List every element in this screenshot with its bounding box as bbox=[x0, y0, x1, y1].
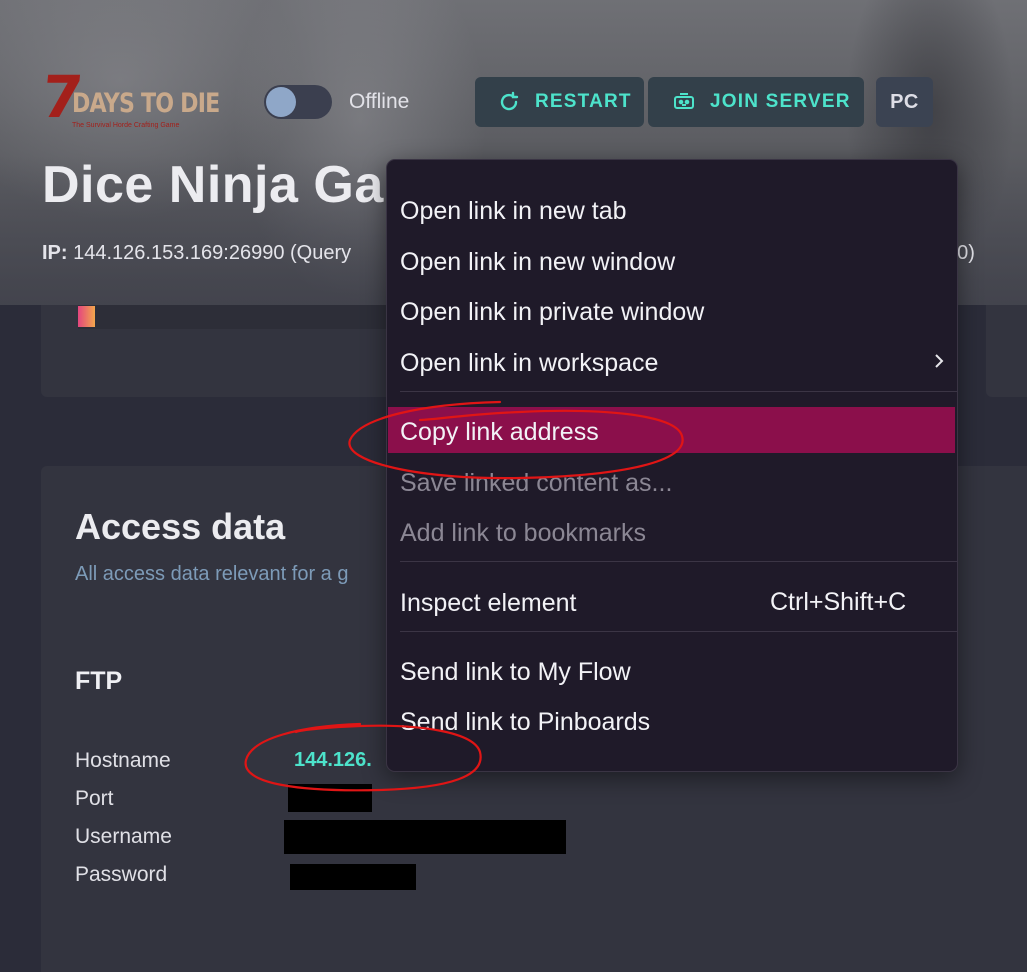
restart-button[interactable]: RESTART bbox=[475, 77, 644, 127]
logo-title: DAYS TO DIE bbox=[72, 88, 220, 119]
platform-label: PC bbox=[890, 90, 919, 113]
menu-separator bbox=[400, 391, 957, 392]
server-power-toggle[interactable] bbox=[264, 85, 332, 119]
menu-separator bbox=[400, 561, 957, 562]
server-status-text: Offline bbox=[349, 90, 410, 113]
join-server-button[interactable]: JOIN SERVER bbox=[648, 77, 864, 127]
chevron-right-icon bbox=[935, 354, 944, 368]
restart-icon bbox=[500, 91, 519, 111]
menu-item-send-to-pinboards[interactable]: Send link to Pinboards bbox=[400, 708, 650, 737]
menu-item-open-private-window[interactable]: Open link in private window bbox=[400, 298, 704, 327]
password-value-redacted bbox=[290, 864, 416, 890]
server-name: Dice Ninja Ga bbox=[42, 156, 384, 214]
port-label: Port bbox=[75, 787, 114, 810]
ip-label: IP: bbox=[42, 242, 68, 264]
port-value-redacted bbox=[288, 784, 372, 812]
ip-value[interactable]: 144.126.153.169:26990 (Query bbox=[73, 242, 351, 264]
username-label: Username bbox=[75, 825, 172, 848]
menu-item-send-to-my-flow[interactable]: Send link to My Flow bbox=[400, 658, 631, 687]
username-value-redacted bbox=[284, 820, 566, 854]
menu-item-save-linked-content[interactable]: Save linked content as... bbox=[400, 469, 672, 498]
gamepad-icon bbox=[674, 93, 694, 109]
ftp-section-title: FTP bbox=[75, 667, 123, 695]
platform-badge[interactable]: PC bbox=[876, 77, 933, 127]
menu-item-open-new-tab[interactable]: Open link in new tab bbox=[400, 197, 627, 226]
restart-label: RESTART bbox=[535, 91, 632, 112]
server-ip-line: IP: 144.126.153.169:26990 (Query bbox=[42, 242, 351, 265]
menu-item-open-new-window[interactable]: Open link in new window bbox=[400, 248, 675, 277]
password-label: Password bbox=[75, 863, 168, 886]
side-card bbox=[986, 305, 1027, 397]
join-server-label: JOIN SERVER bbox=[710, 91, 851, 112]
access-data-subtitle: All access data relevant for a g bbox=[75, 563, 349, 585]
menu-item-copy-link-address[interactable]: Copy link address bbox=[400, 418, 599, 447]
menu-item-inspect-element[interactable]: Inspect element bbox=[400, 589, 577, 618]
status-progress-bar bbox=[78, 306, 95, 327]
menu-item-open-in-workspace[interactable]: Open link in workspace bbox=[400, 349, 658, 378]
status-card-bar-track bbox=[78, 305, 388, 329]
hostname-label: Hostname bbox=[75, 749, 171, 772]
menu-separator bbox=[400, 631, 957, 632]
menu-item-add-to-bookmarks[interactable]: Add link to bookmarks bbox=[400, 519, 646, 548]
hostname-link[interactable]: 144.126. bbox=[294, 749, 372, 772]
game-logo[interactable]: 7 DAYS TO DIE The Survival Horde Craftin… bbox=[38, 63, 238, 134]
access-data-title: Access data bbox=[75, 506, 286, 547]
inspect-shortcut: Ctrl+Shift+C bbox=[770, 588, 907, 616]
toggle-knob bbox=[266, 87, 296, 117]
logo-tagline: The Survival Horde Crafting Game bbox=[72, 122, 180, 129]
